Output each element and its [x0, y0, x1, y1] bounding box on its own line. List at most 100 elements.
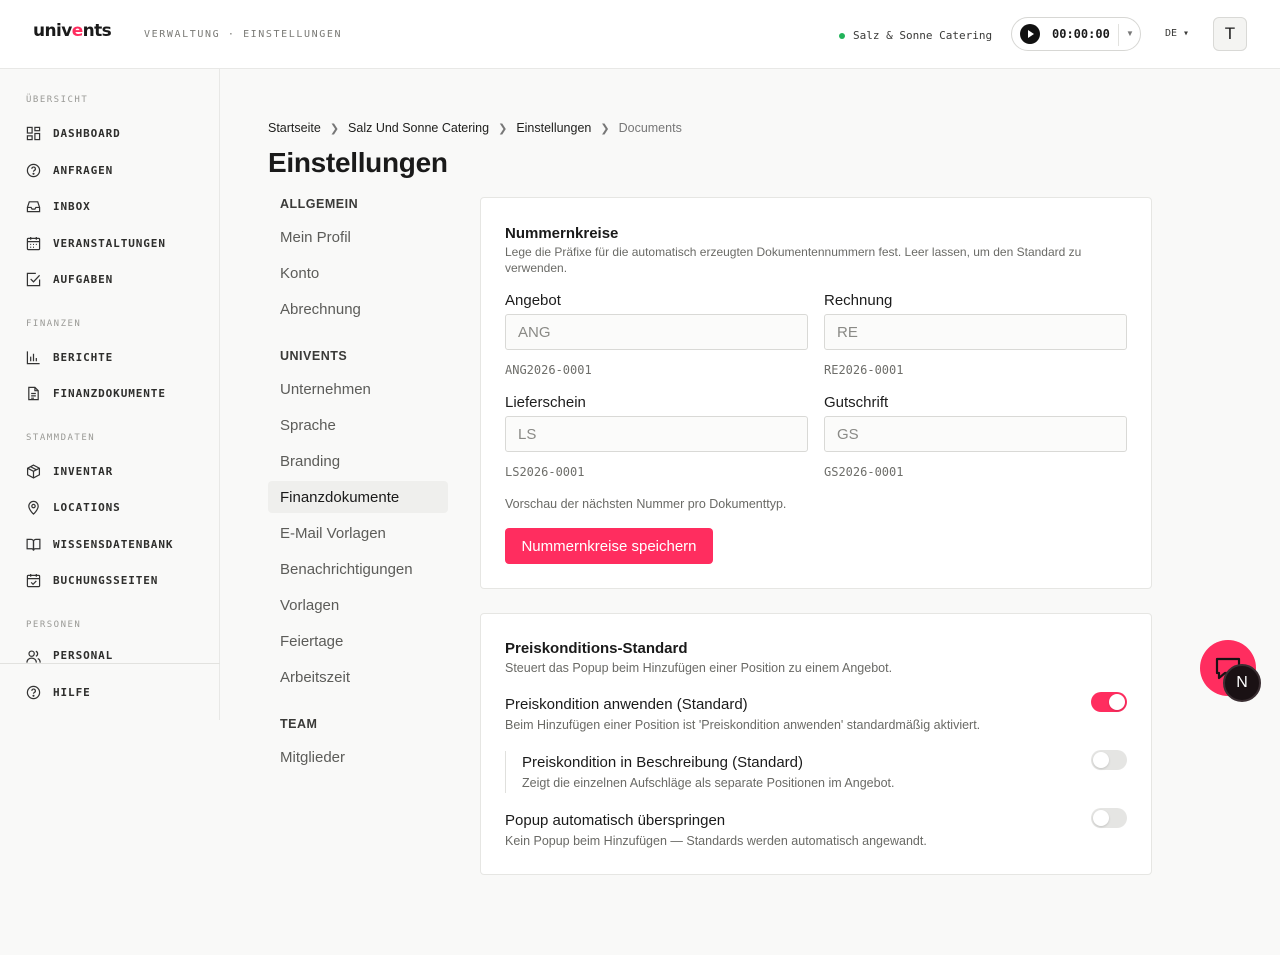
settings-nav-item-sprache[interactable]: Sprache: [268, 409, 448, 441]
sidebar-group-stammdaten: STAMMDATEN: [26, 433, 96, 443]
settings-nav-item-feiertage[interactable]: Feiertage: [268, 625, 448, 657]
settings-nav-heading-univents: UNIVENTS: [280, 349, 348, 363]
sidebar-item-label: PERSONAL: [53, 649, 114, 662]
checkbox-icon: [26, 272, 41, 286]
sidebar-item-label: WISSENSDATENBANK: [53, 537, 174, 551]
sidebar-item-anfragen[interactable]: ANFRAGEN: [26, 159, 206, 181]
play-icon[interactable]: [1020, 24, 1040, 44]
chevron-right-icon: ❯: [329, 122, 340, 135]
company-name: Salz & Sonne Catering: [853, 29, 993, 42]
sidebar-item-label: DASHBOARD: [53, 126, 121, 140]
skip-popup-description: Kein Popup beim Hinzufügen — Standards w…: [505, 834, 927, 848]
sidebar-group-finanzen: FINANZEN: [26, 319, 82, 329]
settings-nav-item-arbeitszeit[interactable]: Arbeitszeit: [268, 661, 448, 693]
settings-nav-item-branding[interactable]: Branding: [268, 445, 448, 477]
skip-popup-toggle[interactable]: [1091, 808, 1127, 828]
user-avatar[interactable]: T: [1213, 17, 1247, 51]
language-selector[interactable]: DE ▾: [1165, 28, 1189, 39]
settings-nav-heading-allgemein: ALLGEMEIN: [280, 197, 359, 211]
sidebar-item-finanzdokumente[interactable]: FINANZDOKUMENTE: [26, 382, 206, 404]
save-number-ranges-button[interactable]: Nummernkreise speichern: [505, 528, 713, 564]
delivery-note-prefix-input[interactable]: [505, 416, 808, 452]
apply-price-condition-toggle[interactable]: [1091, 692, 1127, 712]
notification-badge[interactable]: N: [1223, 664, 1261, 702]
sidebar-item-personal[interactable]: PERSONAL: [26, 647, 206, 663]
settings-nav-item-finanzdokumente[interactable]: Finanzdokumente: [268, 481, 448, 513]
time-tracker: 00:00:00 ▼: [1011, 17, 1141, 51]
settings-nav-item-vorlagen[interactable]: Vorlagen: [268, 589, 448, 621]
sidebar-item-label: AUFGABEN: [53, 272, 114, 286]
sidebar-item-label: INVENTAR: [53, 464, 114, 478]
page-title: Einstellungen: [268, 147, 448, 178]
sidebar-divider: [0, 663, 220, 664]
sidebar: ÜBERSICHT DASHBOARD ANFRAGEN INBOX VERAN…: [0, 69, 220, 720]
company-switcher[interactable]: Salz & Sonne Catering: [839, 29, 992, 42]
sidebar-group-personen: PERSONEN: [26, 620, 82, 630]
sidebar-item-hilfe[interactable]: HILFE: [26, 681, 206, 703]
credit-note-prefix-label: Gutschrift: [824, 394, 889, 411]
number-ranges-card: Nummernkreise Lege die Präfixe für die a…: [480, 197, 1152, 589]
invoice-prefix-input[interactable]: [824, 314, 1127, 350]
users-icon: [26, 650, 41, 663]
price-condition-in-description-description: Zeigt die einzelnen Aufschläge als separ…: [522, 776, 895, 790]
toggle-knob: [1109, 694, 1125, 710]
toggle-knob: [1093, 810, 1109, 826]
delivery-note-prefix-label: Lieferschein: [505, 394, 586, 411]
timer-separator: [1118, 24, 1119, 46]
chevron-right-icon: ❯: [498, 122, 508, 135]
help-icon: [26, 685, 41, 699]
sidebar-item-aufgaben[interactable]: AUFGABEN: [26, 268, 206, 290]
app-logo[interactable]: univents: [33, 21, 112, 41]
sidebar-item-label: VERANSTALTUNGEN: [53, 236, 166, 250]
settings-nav-item-email-vorlagen[interactable]: E-Mail Vorlagen: [268, 517, 448, 549]
number-ranges-title: Nummernkreise: [505, 225, 619, 242]
chevron-down-icon[interactable]: ▼: [1126, 29, 1134, 38]
price-condition-in-description-title: Preiskondition in Beschreibung (Standard…: [522, 754, 803, 771]
apply-price-condition-description: Beim Hinzufügen einer Position ist 'Prei…: [505, 718, 981, 732]
sidebar-item-label: LOCATIONS: [53, 500, 121, 514]
settings-nav-item-unternehmen[interactable]: Unternehmen: [268, 373, 448, 405]
settings-nav-item-konto[interactable]: Konto: [268, 257, 448, 289]
sidebar-item-buchungsseiten[interactable]: BUCHUNGSSEITEN: [26, 569, 206, 591]
settings-nav-item-benachrichtigungen[interactable]: Benachrichtigungen: [268, 553, 448, 585]
number-ranges-description: Lege die Präfixe für die automatisch erz…: [505, 245, 1082, 275]
offer-prefix-label: Angebot: [505, 292, 561, 309]
sidebar-item-berichte[interactable]: BERICHTE: [26, 346, 206, 368]
breadcrumb-company[interactable]: Salz Und Sonne Catering: [348, 121, 489, 135]
box-icon: [26, 463, 41, 479]
settings-nav-item-mein-profil[interactable]: Mein Profil: [268, 221, 448, 253]
top-bar: univents VERWALTUNG · EINSTELLUNGEN Salz…: [0, 0, 1280, 69]
skip-popup-title: Popup automatisch überspringen: [505, 812, 726, 829]
chevron-right-icon: ❯: [600, 122, 610, 135]
offer-number-preview: ANG2026-0001: [505, 363, 592, 377]
sidebar-item-label: BUCHUNGSSEITEN: [53, 573, 159, 587]
settings-nav-heading-team: TEAM: [280, 717, 318, 731]
sidebar-item-dashboard[interactable]: DASHBOARD: [26, 122, 206, 144]
timer-display: 00:00:00: [1052, 27, 1110, 41]
question-icon: [26, 163, 41, 177]
settings-nav-item-abrechnung[interactable]: Abrechnung: [268, 293, 448, 325]
offer-prefix-input[interactable]: [505, 314, 808, 350]
sidebar-item-inventar[interactable]: INVENTAR: [26, 460, 206, 482]
sidebar-item-wissensdatenbank[interactable]: WISSENSDATENBANK: [26, 533, 206, 555]
invoice-prefix-label: Rechnung: [824, 292, 893, 309]
sidebar-item-label: INBOX: [53, 199, 91, 213]
credit-note-prefix-input[interactable]: [824, 416, 1127, 452]
breadcrumb: Startseite ❯ Salz Und Sonne Catering ❯ E…: [268, 121, 682, 135]
breadcrumb-home[interactable]: Startseite: [268, 121, 321, 135]
settings-nav-item-mitglieder[interactable]: Mitglieder: [268, 741, 448, 773]
sidebar-item-locations[interactable]: LOCATIONS: [26, 496, 206, 518]
dashboard-icon: [26, 126, 41, 140]
sidebar-item-label: BERICHTE: [53, 350, 114, 364]
price-condition-in-description-toggle[interactable]: [1091, 750, 1127, 770]
online-status-dot: [839, 32, 845, 39]
map-pin-icon: [28, 500, 39, 515]
breadcrumb-settings[interactable]: Einstellungen: [516, 121, 591, 135]
sidebar-item-inbox[interactable]: INBOX: [26, 195, 206, 217]
header-breadcrumb: VERWALTUNG · EINSTELLUNGEN: [144, 29, 343, 40]
invoice-number-preview: RE2026-0001: [824, 363, 904, 377]
sidebar-item-veranstaltungen[interactable]: VERANSTALTUNGEN: [26, 232, 206, 254]
indent-line: [505, 751, 506, 793]
document-icon: [28, 386, 39, 400]
price-conditions-description: Steuert das Popup beim Hinzufügen einer …: [505, 661, 893, 675]
